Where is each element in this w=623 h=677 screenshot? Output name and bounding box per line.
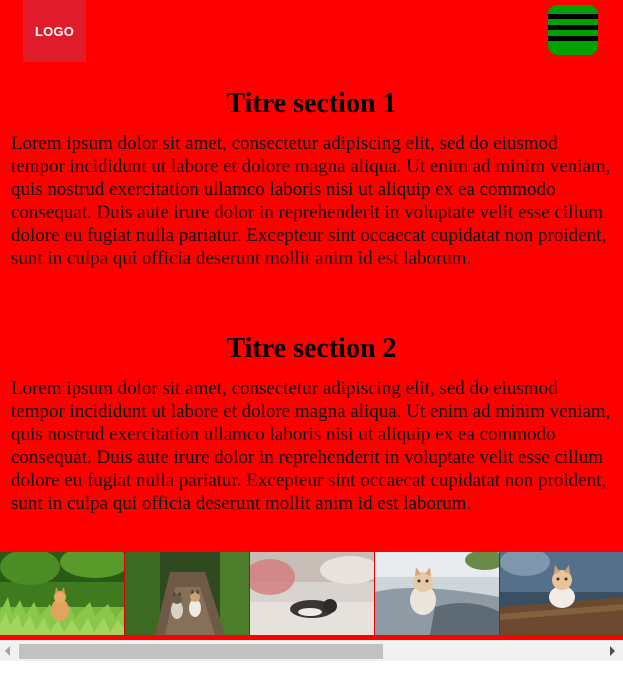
section-1-body: Lorem ipsum dolor sit amet, consectetur … — [11, 133, 611, 269]
gallery-image-cat-sleeping-on-bed[interactable] — [250, 552, 375, 635]
hamburger-menu-icon — [548, 14, 598, 19]
scroll-right-arrow-icon[interactable] — [610, 646, 615, 656]
scroll-left-arrow-icon[interactable] — [5, 646, 10, 656]
horizontal-scrollbar[interactable] — [0, 640, 623, 661]
hamburger-menu-icon-bar — [548, 25, 598, 30]
hamburger-menu-icon-bar — [548, 36, 598, 41]
gallery-image-kitten-on-sofa[interactable] — [375, 552, 500, 635]
gallery-image-kitten-on-table[interactable] — [500, 552, 623, 635]
section-2: Titre section 2 Lorem ipsum dolor sit am… — [0, 333, 623, 515]
section-1-title: Titre section 1 — [226, 88, 397, 119]
scrollbar-thumb[interactable] — [19, 644, 383, 659]
page-background: LOGO Titre section 1 Lorem ipsum dolor s… — [0, 0, 623, 640]
logo-label: LOGO — [34, 23, 75, 39]
gallery-image-two-kittens-on-path[interactable] — [125, 552, 250, 635]
image-gallery — [0, 552, 623, 635]
section-1: Titre section 1 Lorem ipsum dolor sit am… — [0, 88, 623, 270]
section-2-title: Titre section 2 — [226, 333, 397, 364]
gallery-image-kitten-in-grass[interactable] — [0, 552, 125, 635]
section-2-body: Lorem ipsum dolor sit amet, consectetur … — [11, 378, 611, 514]
logo[interactable]: LOGO — [23, 0, 86, 62]
hamburger-menu-button[interactable] — [548, 5, 598, 55]
